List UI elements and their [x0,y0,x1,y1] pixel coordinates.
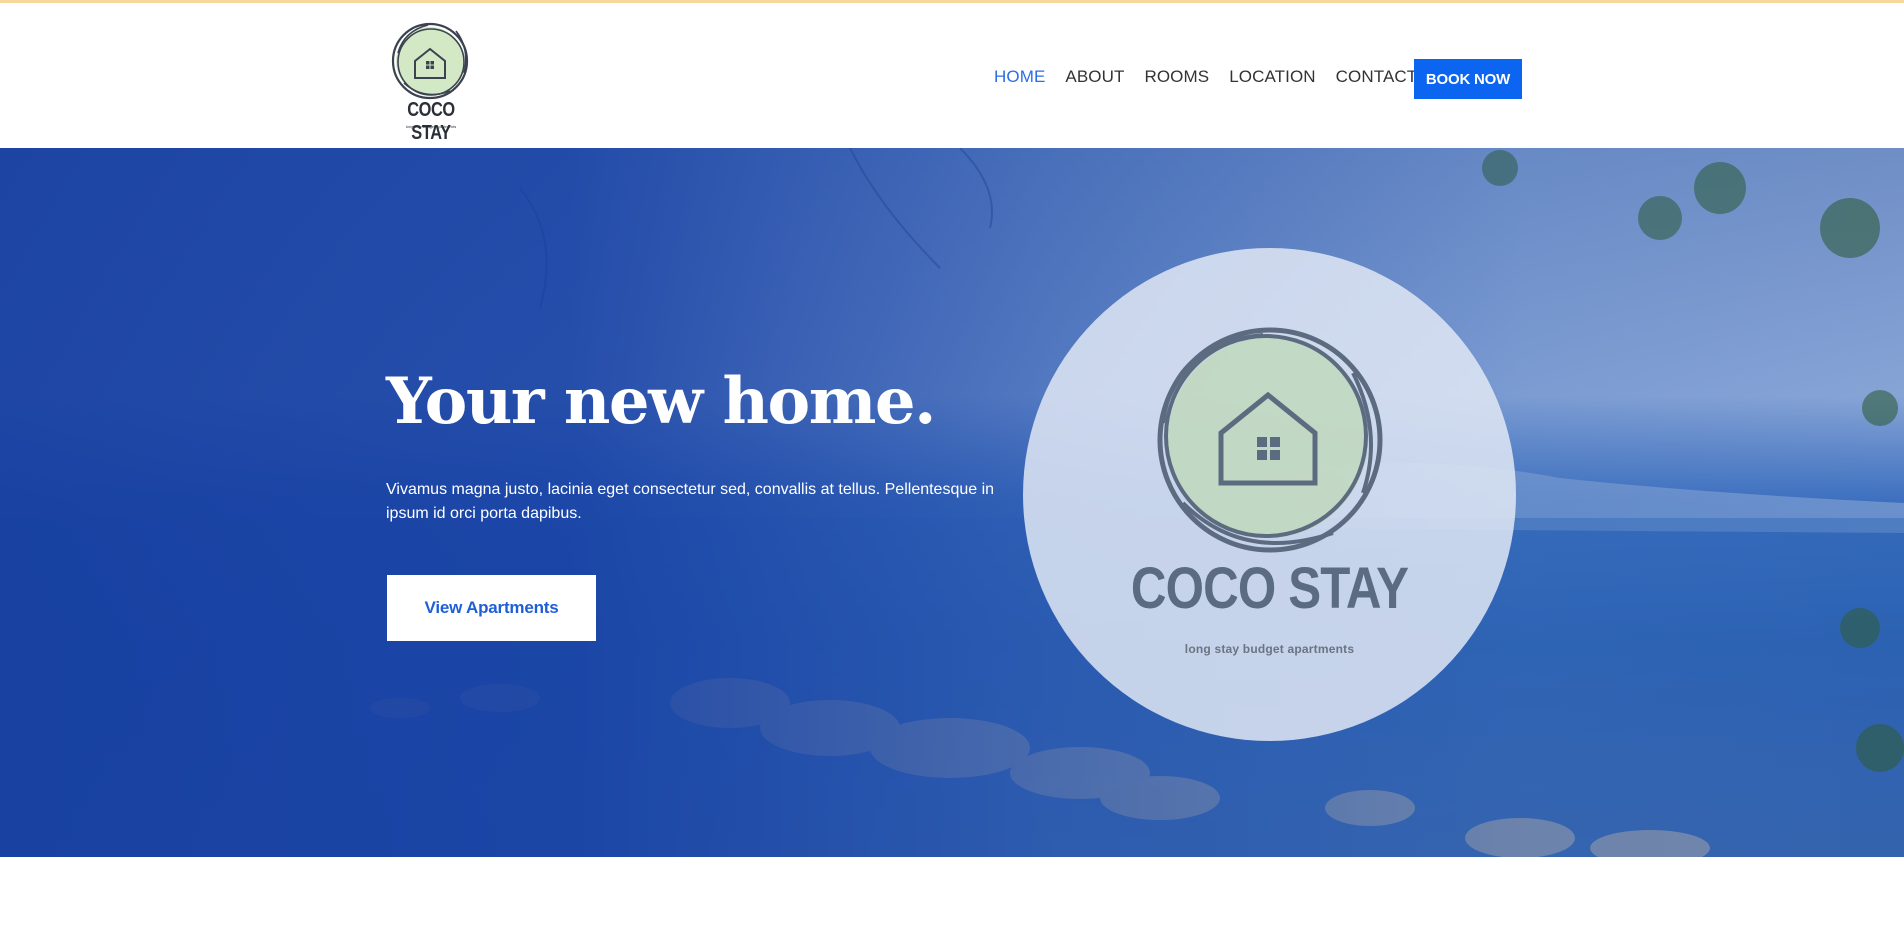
nav-home[interactable]: HOME [994,67,1045,87]
site-header: COCO STAY long stay budget apartments HO… [0,3,1904,148]
nav-rooms[interactable]: ROOMS [1144,67,1209,87]
badge-title: COCO STAY [1130,556,1409,621]
nav-location[interactable]: LOCATION [1229,67,1315,87]
hero-description: Vivamus magna justo, lacinia eget consec… [386,481,995,522]
main-nav: HOME ABOUT ROOMS LOCATION CONTACT [994,65,1417,89]
logo-title: COCO STAY [407,99,455,144]
badge-subtitle: long stay budget apartments [1184,642,1355,656]
view-apartments-button[interactable]: View Apartments [387,575,596,641]
book-now-button[interactable]: BOOK NOW [1414,59,1522,99]
nav-contact[interactable]: CONTACT [1336,67,1418,87]
hero-section: Your new home. Vivamus magna justo, laci… [0,148,1904,857]
nav-about[interactable]: ABOUT [1065,67,1124,87]
site-logo[interactable]: COCO STAY long stay budget apartments [384,21,478,144]
logo-subtitle: long stay budget apartments [405,124,457,129]
house-wreath-logo-icon [1157,327,1383,553]
house-wreath-logo-icon [391,22,469,100]
hero-title: Your new home. [386,364,936,439]
